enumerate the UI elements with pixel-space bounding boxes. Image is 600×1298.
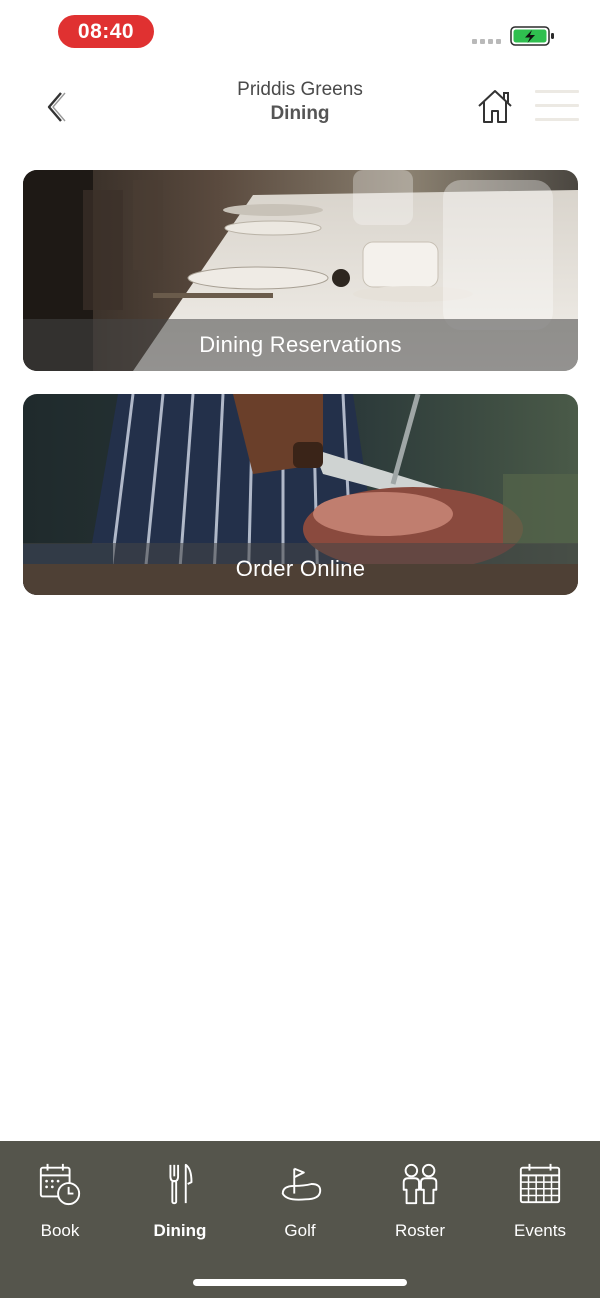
app-header: Priddis Greens Dining [0,62,600,152]
order-online-card[interactable]: Order Online [23,394,578,595]
back-button[interactable] [36,84,76,130]
tab-roster[interactable]: Roster [360,1161,480,1241]
golf-flag-icon [281,1167,322,1201]
dining-reservations-card[interactable]: Dining Reservations [23,170,578,371]
tab-dining-label: Dining [153,1221,207,1240]
order-online-label: Order Online [23,543,578,595]
tab-events-label: Events [514,1221,566,1240]
battery-charging-icon [510,26,554,46]
calendar-clock-icon [39,1163,81,1206]
status-time: 08:40 [58,15,154,48]
tab-golf-label: Golf [284,1221,316,1240]
people-icon [402,1163,438,1205]
tab-book-label: Book [40,1221,80,1240]
page-title: Dining [270,103,330,124]
header-titles: Priddis Greens Dining [150,78,450,126]
fork-knife-icon [169,1163,193,1205]
tab-roster-label: Roster [394,1221,446,1240]
club-name: Priddis Greens [237,79,363,100]
bottom-tab-bar: Book Dining Golf Roster Events [0,1141,600,1298]
tab-book[interactable]: Book [0,1161,120,1241]
hamburger-menu-icon[interactable] [535,88,581,124]
status-bar: 08:40 [0,0,600,62]
back-chevron-icon [47,92,66,122]
tab-dining[interactable]: Dining [120,1161,240,1241]
dining-reservations-label: Dining Reservations [23,319,578,371]
calendar-grid-icon [519,1163,561,1204]
signal-icon [472,39,501,44]
tab-events[interactable]: Events [480,1161,600,1241]
home-indicator[interactable] [193,1279,407,1286]
home-button[interactable] [474,86,516,128]
tab-golf[interactable]: Golf [240,1161,360,1241]
home-icon [478,90,512,123]
